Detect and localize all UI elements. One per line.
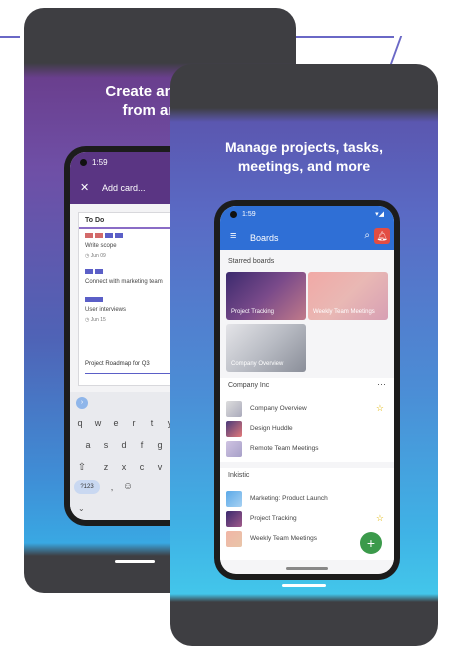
key-v[interactable]: v — [152, 462, 168, 472]
board-name: Marketing: Product Launch — [250, 495, 328, 502]
more-options-icon[interactable]: ··· — [377, 379, 386, 389]
board-tile-label: Weekly Team Meetings — [313, 309, 375, 315]
decorative-line — [294, 36, 394, 38]
board-thumbnail — [226, 491, 242, 507]
board-thumbnail — [226, 511, 242, 527]
label-tag — [115, 233, 123, 238]
key-w[interactable]: w — [90, 418, 106, 428]
board-name: Remote Team Meetings — [250, 445, 319, 452]
add-board-button[interactable]: + — [360, 532, 382, 554]
key-z[interactable]: z — [98, 462, 114, 472]
bell-icon[interactable]: 🔔︎ — [374, 228, 390, 244]
status-time: 1:59 — [242, 211, 256, 218]
numeric-key[interactable]: ?123 — [74, 480, 100, 494]
emoji-icon[interactable]: ☺ — [120, 481, 136, 492]
star-icon[interactable]: ☆ — [376, 403, 384, 414]
key-c[interactable]: c — [134, 462, 150, 472]
key-g[interactable]: g — [152, 440, 168, 450]
label-tag — [95, 233, 103, 238]
boards-title: Boards — [250, 233, 279, 243]
key-e[interactable]: e — [108, 418, 124, 428]
board-row[interactable]: Project Tracking ☆ — [226, 510, 388, 528]
starred-board-tile[interactable]: Company Overview — [226, 324, 306, 372]
board-row[interactable]: Design Huddle — [226, 420, 388, 438]
board-name: Design Huddle — [250, 425, 293, 432]
phone-mockup-boards: 1:59 ▾◢ ≡ Boards ⌕ 🔔︎ Starred boards Pro… — [214, 200, 400, 580]
workspace-section: Company Inc ··· Company Overview ☆ Desig… — [220, 378, 394, 462]
key-a[interactable]: a — [80, 440, 96, 450]
menu-icon[interactable]: ≡ — [230, 230, 236, 242]
back-card-gesture-bar — [115, 560, 155, 563]
board-name: Company Overview — [250, 405, 307, 412]
board-thumbnail — [226, 401, 242, 417]
board-row[interactable]: Marketing: Product Launch — [226, 490, 388, 508]
camera-icon — [80, 159, 87, 166]
add-card-title: Add card... — [102, 183, 146, 193]
front-headline-line2: meetings, and more — [237, 158, 371, 174]
signal-icon: ▾◢ — [375, 211, 384, 218]
close-icon[interactable]: ✕ — [80, 181, 89, 194]
board-thumbnail — [226, 421, 242, 437]
key-r[interactable]: r — [126, 418, 142, 428]
star-icon[interactable]: ☆ — [376, 513, 384, 524]
starred-board-tile[interactable]: Weekly Team Meetings — [308, 272, 388, 320]
decorative-line — [0, 36, 20, 38]
key-t[interactable]: t — [144, 418, 160, 428]
phone-screen: 1:59 ▾◢ ≡ Boards ⌕ 🔔︎ Starred boards Pro… — [220, 206, 394, 574]
label-tag — [95, 269, 103, 274]
card-due-date: ◷ Jun 15 — [85, 317, 106, 323]
card-title: Connect with marketing team — [85, 279, 163, 285]
search-icon[interactable]: ⌕ — [364, 230, 370, 241]
workspace-name: Company Inc — [228, 382, 270, 389]
starred-board-tile[interactable]: Project Tracking — [226, 272, 306, 320]
chevron-right-icon[interactable]: › — [76, 397, 88, 409]
status-time: 1:59 — [92, 158, 108, 167]
list-name: To Do — [85, 217, 105, 224]
key-x[interactable]: x — [116, 462, 132, 472]
key-s[interactable]: s — [98, 440, 114, 450]
key-f[interactable]: f — [134, 440, 150, 450]
board-tile-label: Project Tracking — [231, 309, 275, 315]
card-gesture-bar — [282, 584, 326, 587]
key-d[interactable]: d — [116, 440, 132, 450]
starred-boards-header: Starred boards — [228, 258, 275, 265]
label-tag — [105, 233, 113, 238]
shift-icon[interactable]: ⇧ — [74, 462, 90, 473]
label-tag — [85, 297, 103, 302]
comma-key[interactable]: , — [104, 482, 120, 492]
board-tile-label: Company Overview — [231, 361, 284, 367]
app-bar: ≡ Boards ⌕ 🔔︎ — [220, 224, 394, 250]
card-title: User interviews — [85, 307, 127, 313]
label-tag — [85, 269, 93, 274]
board-thumbnail — [226, 531, 242, 547]
label-tag — [85, 233, 93, 238]
camera-icon — [230, 211, 237, 218]
workspace-name: Inkistic — [228, 472, 250, 479]
board-name: Project Tracking — [250, 515, 297, 522]
board-thumbnail — [226, 441, 242, 457]
front-headline-line1: Manage projects, tasks, — [225, 139, 383, 155]
status-bar: 1:59 ▾◢ — [220, 206, 394, 224]
chevron-down-icon[interactable]: ⌄ — [78, 504, 85, 513]
front-promo-card: Manage projects, tasks, meetings, and mo… — [170, 64, 438, 646]
card-title: Write scope — [85, 243, 117, 249]
gesture-bar — [286, 567, 328, 570]
card-due-date: ◷ Jun 09 — [85, 253, 106, 259]
key-q[interactable]: q — [72, 418, 88, 428]
board-row[interactable]: Company Overview ☆ — [226, 400, 388, 418]
board-row[interactable]: Remote Team Meetings — [226, 440, 388, 458]
board-name: Weekly Team Meetings — [250, 535, 317, 542]
